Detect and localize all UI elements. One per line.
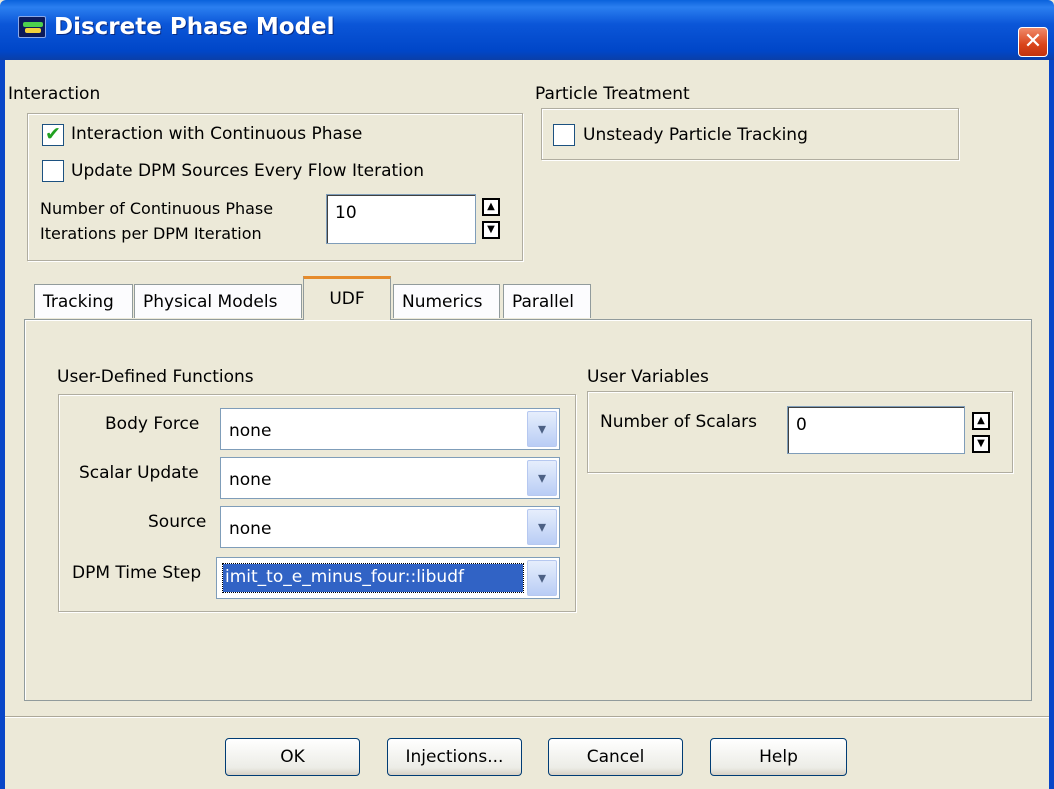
dpm-time-step-value: imit_to_e_minus_four::libudf	[222, 563, 524, 593]
scalar-update-label: Scalar Update	[79, 463, 199, 483]
iterations-input[interactable]: 10	[326, 194, 476, 244]
particle-treatment-group-label: Particle Treatment	[535, 84, 690, 104]
scalar-update-value: none	[229, 470, 272, 490]
update-sources-label[interactable]: Update DPM Sources Every Flow Iteration	[71, 161, 424, 181]
close-button[interactable]: ✕	[1018, 27, 1048, 57]
injections-button[interactable]: Injections...	[387, 738, 522, 776]
dpm-time-step-dropdown[interactable]: imit_to_e_minus_four::libudf ▾	[216, 557, 560, 599]
cancel-button[interactable]: Cancel	[548, 738, 683, 776]
source-label: Source	[148, 512, 207, 532]
spin-up-icon[interactable]: ▲	[972, 412, 990, 430]
chevron-down-icon[interactable]: ▾	[527, 460, 557, 496]
spin-up-icon[interactable]: ▲	[482, 198, 500, 216]
interaction-continuous-label[interactable]: Interaction with Continuous Phase	[71, 124, 362, 144]
user-variables-group-label: User Variables	[587, 367, 709, 387]
update-sources-checkbox[interactable]	[42, 160, 64, 182]
num-scalars-label: Number of Scalars	[600, 412, 758, 432]
body-force-value: none	[229, 421, 272, 441]
iterations-label-line1: Number of Continuous Phase	[40, 199, 274, 218]
window-frame-left	[0, 60, 5, 789]
chevron-down-icon[interactable]: ▾	[527, 560, 557, 596]
unsteady-tracking-label[interactable]: Unsteady Particle Tracking	[583, 125, 808, 145]
num-scalars-input[interactable]: 0	[787, 406, 965, 454]
body-force-label: Body Force	[105, 414, 200, 434]
tab-tracking[interactable]: Tracking	[34, 284, 133, 318]
iterations-label-line2: Iterations per DPM Iteration	[40, 224, 262, 243]
button-separator	[5, 716, 1049, 718]
scalar-update-dropdown[interactable]: none ▾	[220, 457, 560, 499]
dpm-time-step-label: DPM Time Step	[72, 563, 202, 583]
tab-udf[interactable]: UDF	[303, 276, 391, 320]
title-bar[interactable]: Discrete Phase Model ✕	[0, 0, 1054, 60]
tab-numerics[interactable]: Numerics	[393, 284, 500, 318]
app-icon	[18, 16, 46, 38]
iterations-spinner[interactable]: ▲ ▼	[482, 198, 500, 242]
help-button[interactable]: Help	[710, 738, 847, 776]
tab-physical-models[interactable]: Physical Models	[134, 284, 302, 318]
udf-group-label: User-Defined Functions	[57, 367, 254, 387]
body-force-dropdown[interactable]: none ▾	[220, 408, 560, 450]
num-scalars-spinner[interactable]: ▲ ▼	[972, 412, 990, 456]
interaction-group-label: Interaction	[8, 84, 101, 104]
ok-button[interactable]: OK	[225, 738, 360, 776]
spin-down-icon[interactable]: ▼	[972, 435, 990, 453]
unsteady-tracking-checkbox[interactable]	[553, 124, 575, 146]
chevron-down-icon[interactable]: ▾	[527, 509, 557, 545]
source-dropdown[interactable]: none ▾	[220, 506, 560, 548]
interaction-continuous-checkbox[interactable]: ✔	[42, 123, 64, 146]
check-icon: ✔	[45, 123, 61, 145]
chevron-down-icon[interactable]: ▾	[527, 411, 557, 447]
tab-parallel[interactable]: Parallel	[503, 284, 591, 318]
window-frame-right	[1049, 60, 1054, 789]
source-value: none	[229, 519, 272, 539]
spin-down-icon[interactable]: ▼	[482, 221, 500, 239]
window-title: Discrete Phase Model	[54, 14, 335, 40]
